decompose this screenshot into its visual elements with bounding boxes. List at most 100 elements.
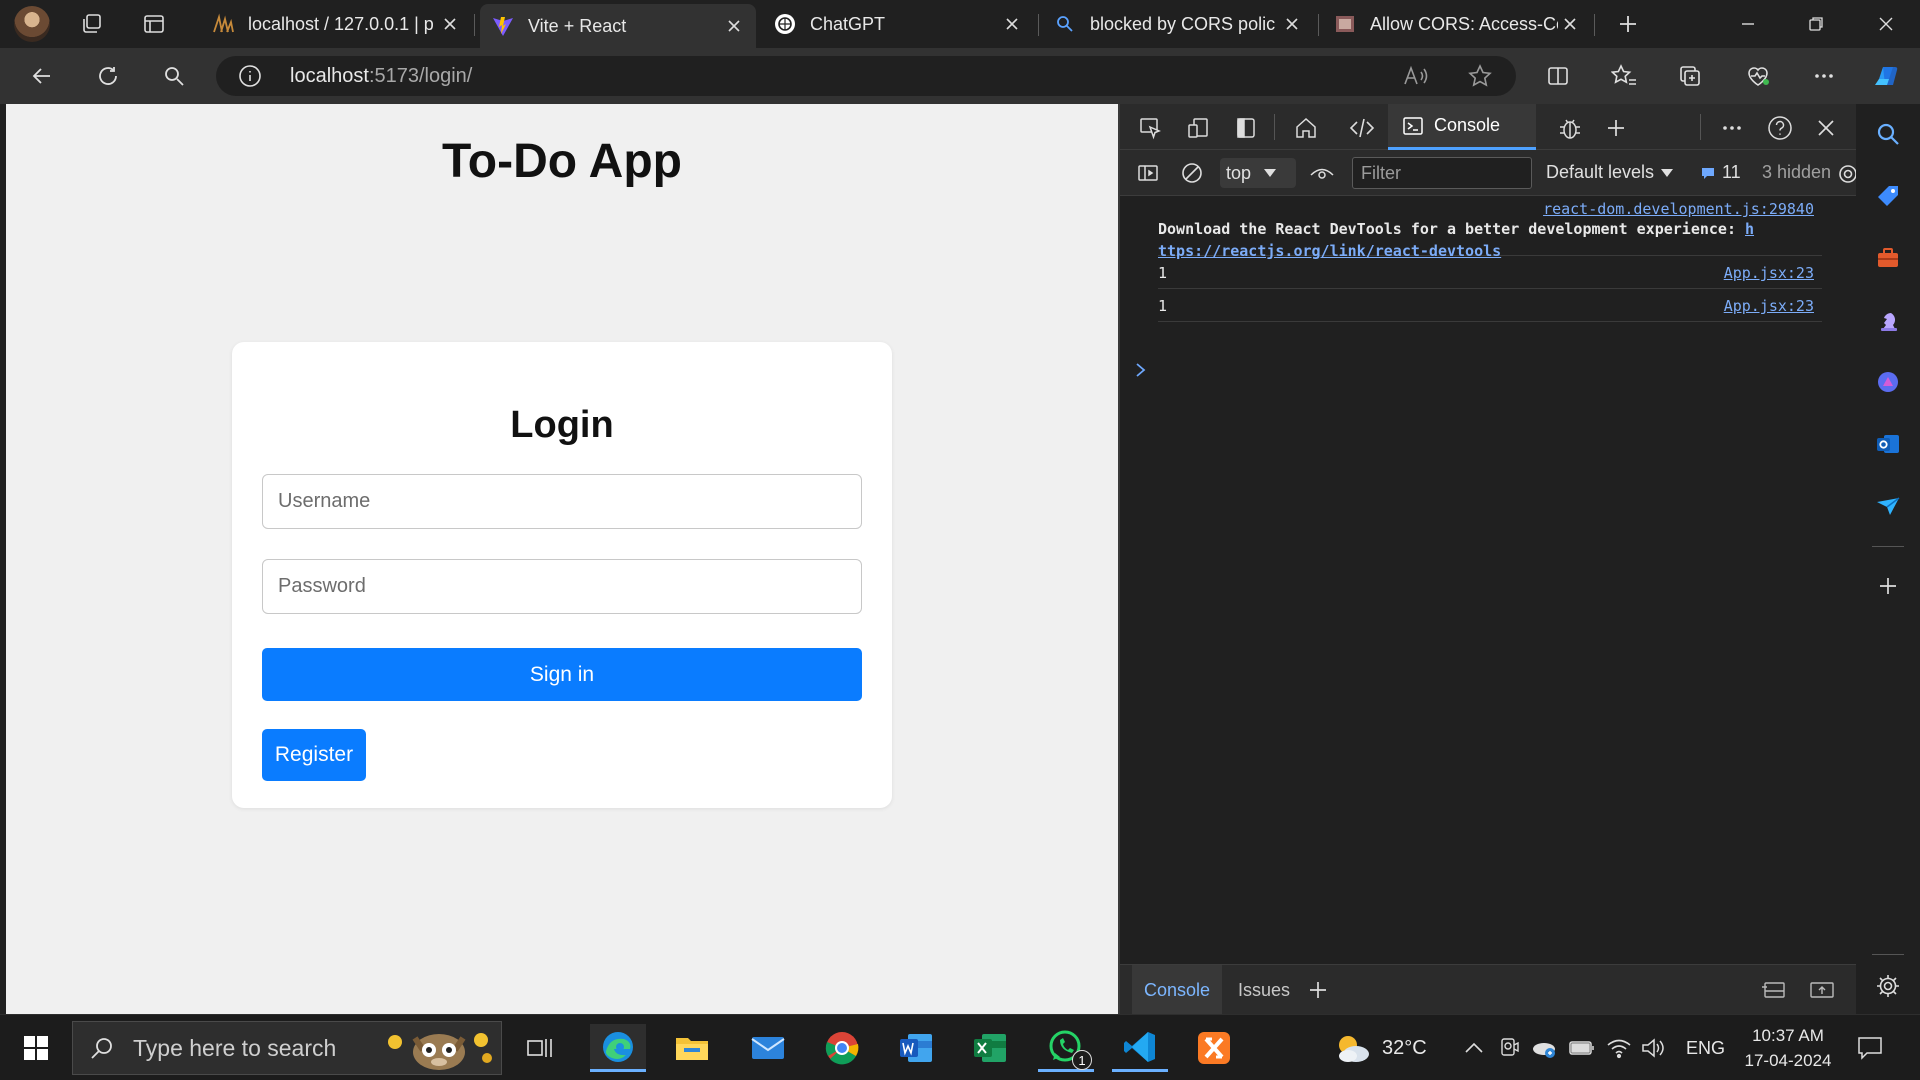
minimize-icon[interactable] [1714,0,1782,48]
games-chess-icon[interactable] [1868,300,1908,340]
new-tab-icon[interactable] [1612,8,1644,40]
sidebar-settings-gear-icon[interactable] [1868,966,1908,1006]
drawer-tab-console[interactable]: Console [1132,965,1223,1015]
drawer-expand-icon[interactable] [1804,972,1840,1008]
tab-console[interactable]: Console [1388,104,1536,150]
close-tab-icon[interactable] [722,14,746,38]
copilot-app-icon[interactable] [1868,362,1908,402]
task-view-icon[interactable] [512,1024,568,1072]
close-devtools-icon[interactable] [1808,110,1844,146]
sidebar-add-icon[interactable] [1868,566,1908,606]
onedrive-sync-icon[interactable] [1530,1015,1558,1080]
tab-vite-react[interactable]: Vite + React [480,4,756,48]
taskbar-search-box[interactable]: Type here to search [72,1021,502,1075]
elements-code-icon[interactable] [1344,110,1380,146]
tab-cors-search[interactable]: blocked by CORS polic [1042,4,1314,44]
refresh-icon[interactable] [88,56,128,96]
inspect-element-icon[interactable] [1132,110,1168,146]
source-link[interactable]: react-dom.development.js:29840 [1543,200,1814,218]
volume-icon[interactable] [1640,1015,1666,1080]
message-count-badge[interactable]: 11 [1700,162,1741,183]
search-highlight-illustration-icon [381,1024,497,1072]
help-icon[interactable] [1762,110,1798,146]
chrome-icon[interactable] [814,1024,870,1072]
show-hidden-icons-chevron-icon[interactable] [1464,1015,1484,1080]
close-window-icon[interactable] [1852,0,1920,48]
more-tools-plus-icon[interactable] [1598,110,1634,146]
word-icon[interactable] [888,1024,944,1072]
console-prompt-chevron-icon[interactable] [1134,362,1148,378]
more-menu-icon[interactable] [1804,56,1844,96]
close-tab-icon[interactable] [1280,12,1304,36]
system-clock[interactable]: 10:37 AM 17-04-2024 [1736,1023,1840,1073]
xampp-icon[interactable] [1186,1024,1242,1072]
split-screen-icon[interactable] [1538,56,1578,96]
toggle-sidebar-icon[interactable] [1228,110,1264,146]
username-input[interactable] [262,474,862,529]
customize-menu-icon[interactable] [1714,110,1750,146]
register-button[interactable]: Register [262,729,366,781]
source-link[interactable]: App.jsx:23 [1724,297,1814,315]
vscode-icon[interactable] [1112,1024,1168,1072]
notifications-icon[interactable] [1856,1015,1884,1080]
address-bar[interactable]: localhost:5173/login/ [216,56,1516,96]
source-link[interactable]: App.jsx:23 [1724,264,1814,282]
tab-allow-cors[interactable]: Allow CORS: Access-Co [1322,4,1592,44]
whatsapp-icon[interactable]: 1 [1038,1024,1094,1072]
log-levels-dropdown[interactable]: Default levels [1546,162,1674,183]
excel-icon[interactable] [962,1024,1018,1072]
mail-icon[interactable] [740,1024,796,1072]
search-icon[interactable] [154,56,194,96]
outlook-icon[interactable] [1868,424,1908,464]
collections-icon[interactable] [1670,56,1710,96]
devtools-link-start[interactable]: h [1745,220,1754,238]
battery-icon[interactable] [1568,1015,1596,1080]
read-aloud-icon[interactable] [1402,64,1428,88]
shopping-tag-icon[interactable] [1868,176,1908,216]
meet-now-icon[interactable] [1498,1015,1520,1080]
console-message: react-dom.development.js:29840 Download … [1158,196,1822,260]
show-sidebar-icon[interactable] [1130,155,1166,191]
profile-avatar[interactable] [14,6,50,42]
taskbar-edge-icon[interactable] [590,1024,646,1072]
browser-essentials-icon[interactable] [1738,56,1778,96]
live-expression-eye-icon[interactable] [1304,155,1340,191]
windows-start-icon[interactable] [8,1024,64,1072]
sign-in-button[interactable]: Sign in [262,648,862,701]
url-text[interactable]: localhost:5173/login/ [290,65,472,88]
device-emulation-icon[interactable] [1180,110,1216,146]
close-tab-icon[interactable] [438,12,462,36]
favorite-star-icon[interactable] [1468,64,1492,88]
restore-icon[interactable] [1782,0,1850,48]
settings-gear-icon[interactable] [1836,162,1856,186]
close-tab-icon[interactable] [1000,12,1024,36]
console-filter-input[interactable] [1352,157,1532,189]
site-info-icon[interactable] [238,64,262,88]
file-explorer-icon[interactable] [664,1024,720,1072]
drop-send-icon[interactable] [1868,486,1908,526]
clear-console-icon[interactable] [1174,155,1210,191]
back-arrow-icon[interactable] [22,56,62,96]
message-count: 11 [1722,162,1741,182]
close-tab-icon[interactable] [1558,12,1582,36]
tab-phpmyadmin[interactable]: localhost / 127.0.0.1 | p [200,4,472,44]
welcome-home-icon[interactable] [1288,110,1324,146]
sources-bug-icon[interactable] [1552,110,1588,146]
tab-chatgpt[interactable]: ChatGPT [762,4,1034,44]
context-selector[interactable]: top [1220,158,1296,188]
tools-briefcase-icon[interactable] [1868,238,1908,278]
workspaces-icon[interactable] [76,8,108,40]
drawer-add-tab-icon[interactable] [1300,972,1336,1008]
copilot-icon[interactable] [1866,56,1906,96]
drawer-tab-issues[interactable]: Issues [1238,965,1290,1015]
drawer-dock-icon[interactable] [1756,972,1792,1008]
favorites-icon[interactable] [1604,56,1644,96]
wifi-icon[interactable] [1606,1015,1632,1080]
hidden-count: 3 hidden [1762,162,1832,182]
password-input[interactable] [262,559,862,614]
tab-actions-icon[interactable] [138,8,170,40]
weather-widget[interactable]: 32°C [1332,1015,1427,1080]
sidebar-search-icon[interactable] [1868,114,1908,154]
taskbar-search-placeholder: Type here to search [133,1034,337,1061]
input-language[interactable]: ENG [1686,1015,1725,1080]
